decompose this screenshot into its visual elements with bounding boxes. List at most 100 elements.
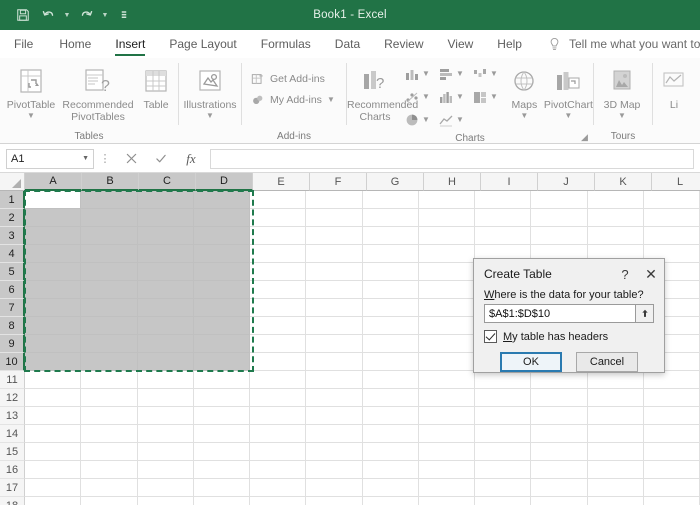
cell-H5[interactable]	[418, 263, 475, 281]
cell-I1[interactable]	[475, 191, 532, 209]
cell-C12[interactable]	[137, 389, 194, 407]
cell-C6[interactable]	[137, 281, 194, 299]
cell-E16[interactable]	[250, 461, 307, 479]
cell-H2[interactable]	[418, 209, 475, 227]
cell-J1[interactable]	[531, 191, 588, 209]
cell-L2[interactable]	[643, 209, 700, 227]
cell-K15[interactable]	[587, 443, 644, 461]
sparkline-line-button[interactable]: Li	[653, 62, 695, 111]
name-box-dropdown-icon[interactable]: ▼	[82, 155, 89, 162]
cell-L17[interactable]	[643, 479, 700, 497]
cell-C5[interactable]	[137, 263, 194, 281]
cell-H6[interactable]	[418, 281, 475, 299]
cell-E14[interactable]	[250, 425, 307, 443]
cell-F9[interactable]	[306, 335, 363, 353]
cell-F2[interactable]	[306, 209, 363, 227]
cell-B1[interactable]	[81, 191, 138, 209]
column-header-G[interactable]: G	[367, 173, 424, 191]
cell-E8[interactable]	[250, 317, 307, 335]
cell-K3[interactable]	[587, 227, 644, 245]
row-header-4[interactable]: 4	[0, 245, 25, 263]
cell-F1[interactable]	[306, 191, 363, 209]
cell-J18[interactable]	[531, 497, 588, 505]
cell-K16[interactable]	[587, 461, 644, 479]
undo-icon[interactable]	[37, 4, 59, 26]
pivotchart-button[interactable]: PivotChart ▼	[544, 62, 593, 120]
redo-dropdown-icon[interactable]: ▼	[100, 4, 110, 26]
cell-D9[interactable]	[193, 335, 250, 353]
cell-B15[interactable]	[81, 443, 138, 461]
cell-F10[interactable]	[306, 353, 363, 371]
cell-D16[interactable]	[193, 461, 250, 479]
name-box[interactable]: A1 ▼	[6, 148, 94, 169]
cell-H10[interactable]	[418, 353, 475, 371]
cell-B17[interactable]	[81, 479, 138, 497]
cell-L1[interactable]	[643, 191, 700, 209]
cell-E11[interactable]	[250, 371, 307, 389]
cell-L12[interactable]	[643, 389, 700, 407]
cell-G14[interactable]	[362, 425, 419, 443]
cell-G12[interactable]	[362, 389, 419, 407]
cell-I3[interactable]	[475, 227, 532, 245]
illustrations-button[interactable]: Illustrations ▼	[179, 62, 241, 120]
row-header-9[interactable]: 9	[0, 335, 25, 353]
redo-icon[interactable]	[75, 4, 97, 26]
cell-B6[interactable]	[81, 281, 138, 299]
cell-H1[interactable]	[418, 191, 475, 209]
column-header-I[interactable]: I	[481, 173, 538, 191]
cell-E7[interactable]	[250, 299, 307, 317]
cell-J12[interactable]	[531, 389, 588, 407]
cell-D8[interactable]	[193, 317, 250, 335]
column-header-D[interactable]: D	[196, 173, 253, 191]
bar-chart-button[interactable]: ▼	[437, 62, 471, 85]
cell-G17[interactable]	[362, 479, 419, 497]
row-header-5[interactable]: 5	[0, 263, 25, 281]
undo-dropdown-icon[interactable]: ▼	[62, 4, 72, 26]
cell-K17[interactable]	[587, 479, 644, 497]
cell-J11[interactable]	[531, 371, 588, 389]
help-icon[interactable]: ?	[612, 261, 638, 287]
cell-K11[interactable]	[587, 371, 644, 389]
cell-E12[interactable]	[250, 389, 307, 407]
cell-E17[interactable]	[250, 479, 307, 497]
cell-F4[interactable]	[306, 245, 363, 263]
cell-G9[interactable]	[362, 335, 419, 353]
cell-C10[interactable]	[137, 353, 194, 371]
row-header-15[interactable]: 15	[0, 443, 25, 461]
cell-A5[interactable]	[25, 263, 82, 281]
cell-D7[interactable]	[193, 299, 250, 317]
cell-L14[interactable]	[643, 425, 700, 443]
hierarchy-chart-button[interactable]: ▼	[471, 85, 505, 108]
cell-K14[interactable]	[587, 425, 644, 443]
cell-G13[interactable]	[362, 407, 419, 425]
cell-E9[interactable]	[250, 335, 307, 353]
row-header-13[interactable]: 13	[0, 407, 25, 425]
cell-B10[interactable]	[81, 353, 138, 371]
column-header-K[interactable]: K	[595, 173, 652, 191]
cell-L3[interactable]	[643, 227, 700, 245]
waterfall-chart-button[interactable]: ▼	[471, 62, 505, 85]
bar-chart-dropdown-icon[interactable]: ▼	[456, 69, 464, 78]
column-header-B[interactable]: B	[82, 173, 139, 191]
cell-I15[interactable]	[475, 443, 532, 461]
headers-checkbox[interactable]	[484, 330, 497, 343]
cell-F16[interactable]	[306, 461, 363, 479]
cell-A10[interactable]	[25, 353, 82, 371]
cell-G15[interactable]	[362, 443, 419, 461]
cell-L15[interactable]	[643, 443, 700, 461]
cell-D6[interactable]	[193, 281, 250, 299]
cell-I11[interactable]	[475, 371, 532, 389]
cell-H18[interactable]	[418, 497, 475, 505]
3d-map-button[interactable]: 3D Map ▼	[594, 62, 650, 120]
cell-H11[interactable]	[418, 371, 475, 389]
column-header-E[interactable]: E	[253, 173, 310, 191]
cell-B18[interactable]	[81, 497, 138, 505]
cell-J13[interactable]	[531, 407, 588, 425]
maps-button[interactable]: Maps ▼	[505, 62, 544, 120]
illustrations-dropdown-icon[interactable]: ▼	[206, 111, 214, 120]
cell-C2[interactable]	[137, 209, 194, 227]
cancel-icon[interactable]	[116, 148, 146, 170]
headers-checkbox-row[interactable]: My table has headers	[484, 330, 654, 343]
cell-F7[interactable]	[306, 299, 363, 317]
charts-dialog-launcher[interactable]: ◢	[579, 132, 590, 143]
